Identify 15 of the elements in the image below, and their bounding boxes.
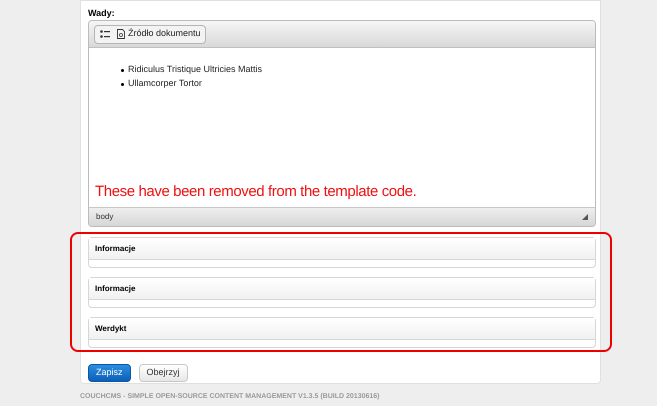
section-title: Werdykt: [95, 322, 126, 334]
document-icon: [117, 29, 125, 39]
bullet-icon: [121, 68, 124, 72]
bullet-list-icon: [100, 30, 110, 38]
preview-button[interactable]: Obejrzyj: [138, 364, 188, 382]
list-item: Ridiculus Tristique Ultricies Mattis: [128, 63, 262, 76]
field-label: Wady:: [88, 7, 116, 20]
list-item: Ullamcorper Tortor: [128, 77, 202, 90]
save-button[interactable]: Zapisz: [88, 364, 131, 382]
bullet-icon: [121, 82, 124, 86]
resize-handle-icon[interactable]: [582, 214, 588, 220]
section-title: Informacje: [95, 242, 136, 254]
element-path: body: [96, 211, 114, 223]
section-title: Informacje: [95, 282, 136, 294]
annotation-text: These have been removed from the template code.: [95, 182, 416, 202]
